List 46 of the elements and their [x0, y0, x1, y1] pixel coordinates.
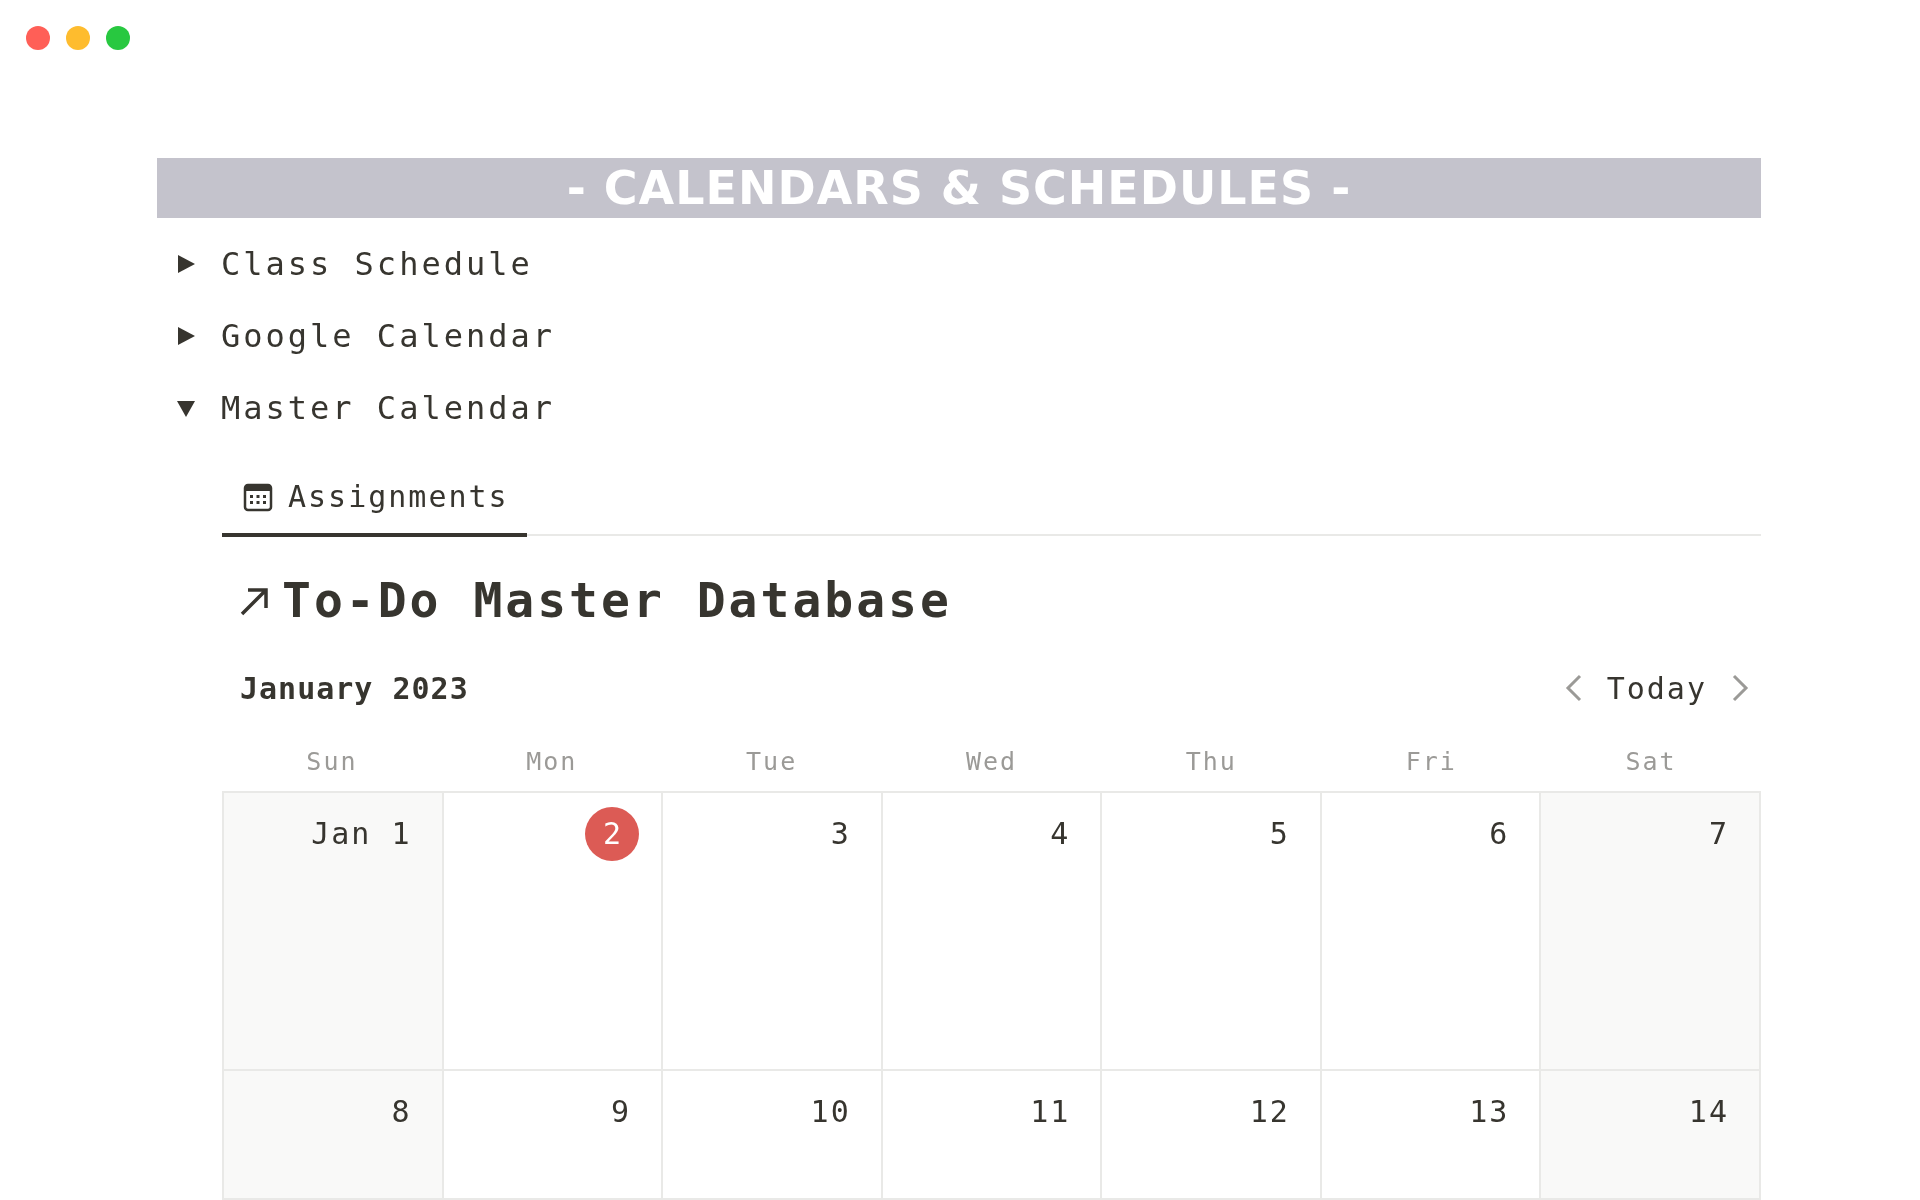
- toggle-label[interactable]: Class Schedule: [221, 240, 533, 288]
- today-button[interactable]: Today: [1606, 665, 1707, 711]
- toggle-label[interactable]: Google Calendar: [221, 312, 555, 360]
- day-number: 10: [810, 1092, 851, 1131]
- day-cell[interactable]: 3: [663, 792, 883, 1071]
- day-number: Jan 1: [311, 814, 412, 853]
- window-control-button[interactable]: [66, 26, 90, 50]
- database-title[interactable]: To-Do Master Database: [282, 572, 952, 630]
- day-number: 12: [1249, 1092, 1290, 1131]
- window-control-button[interactable]: [106, 26, 130, 50]
- triangle-right-icon[interactable]: [175, 253, 197, 275]
- day-cell[interactable]: Jan 1: [224, 792, 444, 1071]
- day-number: 9: [611, 1092, 632, 1131]
- view-tab[interactable]: Assignments: [222, 474, 527, 537]
- weekday-label: Sat: [1624, 745, 1678, 778]
- day-number: 11: [1030, 1092, 1071, 1131]
- day-number: 13: [1469, 1092, 1510, 1131]
- day-cell[interactable]: 4: [882, 792, 1103, 1071]
- day-cell[interactable]: 12: [1102, 1070, 1322, 1200]
- day-number: 5: [1269, 814, 1290, 853]
- weekday-label: Sun: [305, 745, 359, 778]
- day-cell[interactable]: 11: [882, 1070, 1103, 1200]
- day-number: 14: [1688, 1092, 1729, 1131]
- toggle-label[interactable]: Master Calendar: [221, 384, 555, 432]
- weekday-label: Wed: [964, 745, 1019, 778]
- day-cell[interactable]: 14: [1541, 1070, 1761, 1200]
- day-number: 6: [1489, 814, 1510, 853]
- banner-title: - CALENDARS & SCHEDULES -: [157, 158, 1761, 218]
- day-cell[interactable]: 2: [443, 792, 664, 1071]
- weekday-label: Fri: [1404, 745, 1458, 778]
- today-date-marker: 2: [585, 806, 640, 861]
- day-cell[interactable]: 10: [663, 1070, 883, 1200]
- day-number: 3: [830, 814, 851, 853]
- day-cell[interactable]: 7: [1541, 792, 1761, 1071]
- weekday-label: Mon: [525, 745, 579, 778]
- day-cell[interactable]: 8: [224, 1070, 444, 1200]
- month-label: January 2023: [240, 669, 469, 708]
- day-number: 8: [391, 1092, 412, 1131]
- day-number: 7: [1708, 814, 1729, 853]
- triangle-right-icon[interactable]: [175, 325, 197, 347]
- day-number: 4: [1050, 814, 1071, 853]
- day-cell[interactable]: 9: [443, 1070, 664, 1200]
- day-cell[interactable]: 5: [1102, 792, 1322, 1071]
- window-control-button[interactable]: [26, 26, 50, 50]
- weekday-label: Tue: [745, 745, 799, 778]
- weekday-label: Thu: [1184, 745, 1238, 778]
